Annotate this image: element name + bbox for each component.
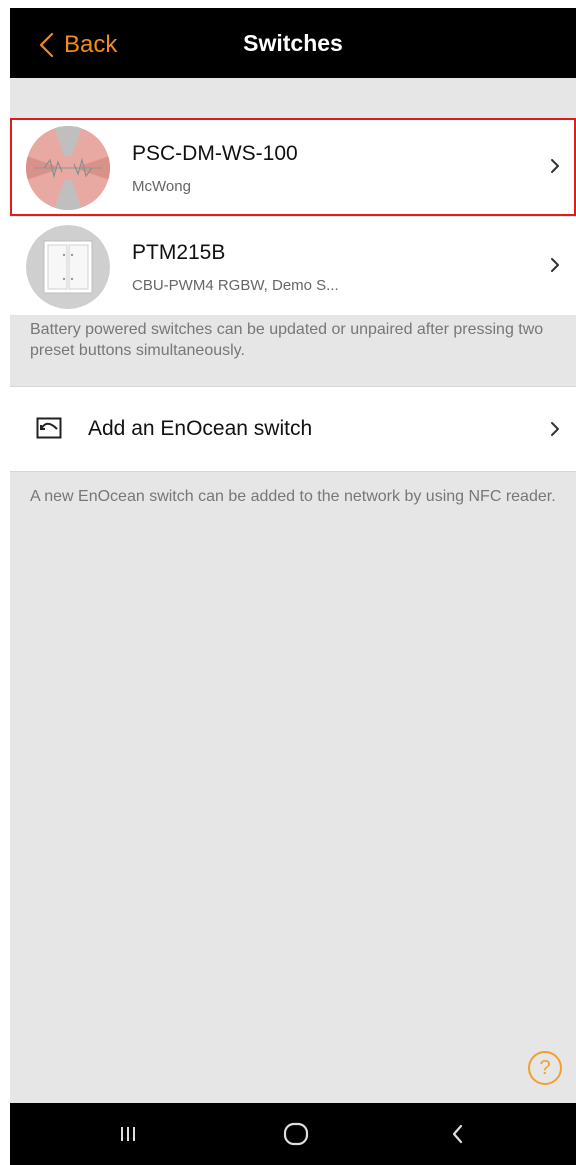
nav-back-icon[interactable] — [438, 1119, 478, 1149]
chevron-right-icon — [548, 253, 562, 277]
chevron-right-icon — [548, 417, 562, 441]
add-enocean-switch-button[interactable]: Add an EnOcean switch — [10, 386, 576, 472]
switch-subtitle: CBU-PWM4 RGBW, Demo S... — [132, 277, 339, 294]
nfc-note: A new EnOcean switch can be added to the… — [30, 488, 556, 505]
switch-name: PTM215B — [132, 241, 226, 264]
system-nav-bar — [10, 1103, 576, 1165]
chevron-right-icon — [548, 154, 562, 178]
add-switch-label: Add an EnOcean switch — [88, 417, 313, 440]
switch-name: PSC-DM-WS-100 — [132, 142, 298, 165]
switch-subtitle: McWong — [132, 178, 191, 195]
switch-row-ptm215b[interactable]: PTM215B CBU-PWM4 RGBW, Demo S... — [10, 216, 576, 315]
switch-outline-icon — [36, 417, 62, 439]
recents-icon[interactable] — [108, 1119, 148, 1149]
wall-switch-icon — [26, 225, 110, 309]
help-button[interactable]: ? — [528, 1051, 562, 1085]
help-icon: ? — [539, 1057, 551, 1079]
top-app-bar: Back Switches — [10, 8, 576, 78]
switches-screen: Back Switches PSC-DM-WS-100 McWong PTM21… — [10, 8, 576, 1165]
page-title: Switches — [243, 30, 343, 56]
home-icon[interactable] — [276, 1119, 316, 1149]
switch-list: PSC-DM-WS-100 McWong PTM215B CBU-PWM4 RG… — [10, 118, 576, 315]
battery-note: Battery powered switches can be updated … — [30, 321, 544, 359]
dimmer-switch-icon — [26, 126, 110, 210]
switch-row-psc-dm-ws-100[interactable]: PSC-DM-WS-100 McWong — [10, 118, 576, 216]
